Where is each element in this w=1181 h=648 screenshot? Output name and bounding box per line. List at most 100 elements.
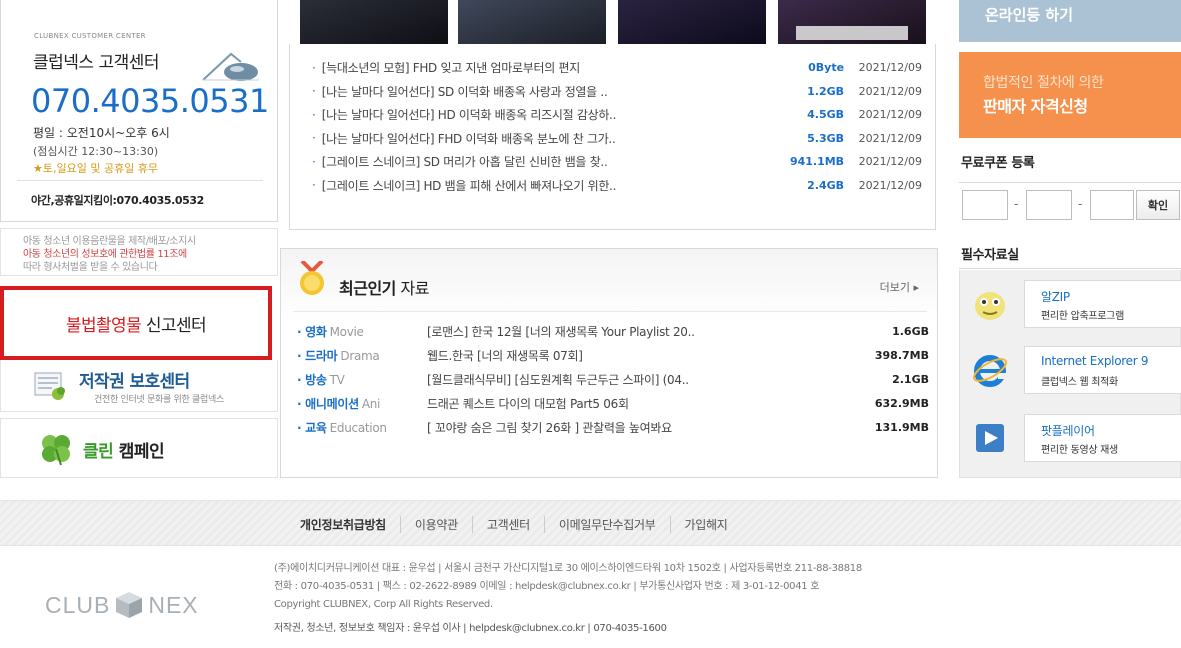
popular-item-size: 1.6GB (892, 324, 929, 338)
bullet-icon: · (312, 178, 316, 193)
logo-cube-icon (116, 592, 143, 618)
essential-downloads-title: 필수자료실 (961, 248, 1019, 263)
list-item[interactable]: · [나는 날마다 일어선다] SD 이덕화 배종옥 사랑과 정열을 .. 1.… (312, 80, 922, 104)
essential-downloads-panel: 알ZIP 편리한 압축프로그램 Internet Explorer 9 클럽넥스… (959, 270, 1181, 478)
popular-category-ko: 애니메이션 (305, 396, 359, 411)
alzip-card: 알ZIP 편리한 압축프로그램 (1024, 280, 1181, 328)
report-center-label-rest: 신고센터 (145, 315, 207, 336)
clean-campaign-title-green: 클린 (83, 442, 114, 462)
popular-more-link[interactable]: 더보기 ▸ (880, 279, 919, 295)
list-item[interactable]: · [나는 날마다 일어선다] HD 이덕화 배종옥 리즈시절 감상하.. 4.… (312, 103, 922, 127)
youth-notice-line-2: 아동 청소년의 성보호에 관한법률 11조에 (23, 249, 187, 260)
footer-link-privacy[interactable]: 개인정보취급방침 (300, 516, 400, 533)
latest-item-size: 0Byte (808, 61, 845, 75)
list-item[interactable]: · 드라마 Drama 웹드.한국 [너의 재생목록 07회] 398.7MB (297, 343, 932, 367)
latest-item-date: 2021/12/09 (858, 84, 923, 98)
customer-center-hours: 평일 : 오전10시~오후 6시 (33, 126, 170, 140)
latest-item-date: 2021/12/09 (858, 155, 923, 169)
popular-category-ko: 영화 (305, 324, 327, 339)
top-right-banner[interactable]: 온라인등 하기 (959, 0, 1181, 42)
list-item[interactable]: · 방송 TV [월드클래식무비] [심도원계획 두근두근 스파이] (04.. … (297, 367, 932, 391)
list-item[interactable]: · [나는 날마다 일어선다] FHD 이덕화 배종옥 분노에 찬 그가.. 5… (312, 127, 922, 151)
essential-item-alzip[interactable]: 알ZIP 편리한 압축프로그램 (968, 276, 1181, 332)
popular-category-en: Ani (361, 396, 381, 411)
popular-item-title[interactable]: [로맨스] 한국 12월 [너의 재생목록 Your Playlist 20.. (427, 323, 847, 340)
footer-link-customer-center[interactable]: 고객센터 (471, 516, 544, 533)
footer-info-line-4: 저작권, 청소년, 정보보호 책임자 : 윤우섭 이사 | helpdesk@c… (274, 623, 667, 634)
footer-link-email-refusal[interactable]: 이메일무단수집거부 (543, 516, 670, 533)
latest-item-title[interactable]: [나는 날마다 일어선다] SD 이덕화 배종옥 사랑과 정열을 .. (322, 83, 770, 100)
latest-item-title[interactable]: [나는 날마다 일어선다] FHD 이덕화 배종옥 분노에 찬 그가.. (322, 130, 770, 147)
seller-banner-line-2: 판매자 자격신청 (983, 97, 1088, 116)
list-item[interactable]: · [늑대소년의 모험] FHD 잊고 지낸 엄마로부터의 편지 0Byte 2… (312, 56, 922, 80)
popular-item-title[interactable]: [월드클래식무비] [심도원계획 두근두근 스파이] (04.. (427, 371, 847, 388)
popular-category[interactable]: · 애니메이션 Ani (297, 395, 427, 412)
popular-category[interactable]: · 드라마 Drama (297, 347, 427, 364)
popular-item-title[interactable]: 웹드.한국 [너의 재생목록 07회] (427, 347, 847, 364)
essential-item-potplayer[interactable]: 팟플레이어 편리한 동영상 재생 (968, 410, 1181, 466)
coupon-confirm-button[interactable]: 확인 (1136, 190, 1180, 220)
poster-thumbnail[interactable] (618, 0, 766, 44)
customer-center-eyebrow: CLUBNEX CUSTOMER CENTER (34, 32, 146, 40)
popular-category-en: Education (329, 420, 387, 435)
footer-nav-bar: 개인정보취급방침 이용약관 고객센터 이메일무단수집거부 가입해지 (0, 500, 1181, 546)
footer-info-line-3: Copyright CLUBNEX, Corp All Rights Reser… (274, 599, 493, 610)
essential-item-internet-explorer[interactable]: Internet Explorer 9 클럽넥스 웹 최적화 (968, 342, 1181, 398)
popular-category-ko: 방송 (305, 372, 327, 387)
customer-center-night-line: 야간,공휴일지킴이:070.4035.0532 (31, 194, 204, 207)
youth-notice-line-1: 아동 청소년 이용음란물을 제작/배포/소지시 (23, 236, 196, 247)
popular-item-size: 131.9MB (874, 420, 929, 434)
bullet-icon: · (312, 60, 316, 75)
coupon-dash: - (1014, 197, 1019, 211)
coupon-code-input-2[interactable] (1026, 190, 1072, 220)
popular-category[interactable]: · 방송 TV (297, 371, 427, 388)
coupon-code-input-1[interactable] (962, 190, 1008, 220)
popular-item-title[interactable]: 드래곤 퀘스트 다이의 대모험 Part5 06회 (427, 395, 847, 412)
latest-item-size: 1.2GB (807, 84, 845, 98)
list-item[interactable]: · [그레이트 스네이크] HD 뱀을 피해 산에서 빠져나오기 위한.. 2.… (312, 174, 922, 198)
footer-link-withdraw[interactable]: 가입해지 (669, 516, 742, 533)
footer-company-info: (주)에이치디커뮤니케이션 대표 : 윤우섭 | 서울시 금천구 가산디지털1로… (274, 560, 862, 638)
copyright-protection-center-link[interactable]: 저작권 보호센터 건전한 인터넷 문화를 위한 클럽넥스 (0, 360, 278, 412)
popular-item-title[interactable]: [ 꼬야랑 숨은 그림 찾기 26화 ] 관찰력을 높여봐요 (427, 419, 847, 436)
latest-item-title[interactable]: [그레이트 스네이크] SD 머리가 아홉 달린 신비한 뱀을 찾.. (322, 153, 770, 170)
bullet-icon: · (312, 131, 316, 146)
popular-category-en: Movie (329, 324, 364, 339)
poster-thumbnail[interactable] (300, 0, 448, 44)
latest-item-date: 2021/12/09 (858, 131, 923, 145)
popular-category-ko: 드라마 (305, 348, 338, 363)
footer-info-line-1: (주)에이치디커뮤니케이션 대표 : 윤우섭 | 서울시 금천구 가산디지털1로… (274, 563, 862, 574)
copyright-center-title: 저작권 보호센터 (79, 372, 190, 392)
coupon-code-input-3[interactable] (1090, 190, 1134, 220)
clean-campaign-link[interactable]: 클린 캠페인 (0, 418, 278, 478)
latest-item-title[interactable]: [그레이트 스네이크] HD 뱀을 피해 산에서 빠져나오기 위한.. (322, 177, 770, 194)
list-item[interactable]: · 영화 Movie [로맨스] 한국 12월 [너의 재생목록 Your Pla… (297, 319, 932, 343)
customer-center-title: 클럽넥스 고객센터 (33, 53, 160, 73)
report-center-label-red: 불법촬영물 (65, 315, 142, 336)
bullet-icon: · (312, 154, 316, 169)
popular-category[interactable]: · 영화 Movie (297, 323, 427, 340)
popular-category[interactable]: · 교육 Education (297, 419, 427, 436)
bullet-icon: · (312, 107, 316, 122)
latest-item-title[interactable]: [늑대소년의 모험] FHD 잊고 지낸 엄마로부터의 편지 (322, 59, 770, 76)
footer-info-line-2: 전화 : 070-4035-0531 | 팩스 : 02-2622-8989 이… (274, 581, 820, 592)
illegal-filming-report-center-link[interactable]: 불법촬영물 신고센터 (0, 286, 272, 360)
latest-item-size: 4.5GB (807, 108, 845, 122)
essential-item-desc: 편리한 동영상 재생 (1041, 445, 1118, 456)
mouse-icon (202, 52, 259, 81)
list-item[interactable]: · 교육 Education [ 꼬야랑 숨은 그림 찾기 26화 ] 관찰력을 … (297, 415, 932, 439)
potplayer-icon (976, 424, 1004, 452)
clubnex-logo[interactable]: CLUB NEX (45, 584, 235, 626)
bullet-icon: · (312, 84, 316, 99)
document-icon (34, 372, 65, 400)
list-item[interactable]: · 애니메이션 Ani 드래곤 퀘스트 다이의 대모험 Part5 06회 632… (297, 391, 932, 415)
poster-thumbnail[interactable] (778, 0, 926, 44)
list-item[interactable]: · [그레이트 스네이크] SD 머리가 아홉 달린 신비한 뱀을 찾.. 94… (312, 150, 922, 174)
seller-application-banner[interactable]: 합법적인 절차에 의한 판매자 자격신청 (959, 52, 1181, 138)
poster-thumbnail[interactable] (458, 0, 606, 44)
popular-title-bold: 최근인기 (339, 279, 396, 298)
essential-item-name: Internet Explorer 9 (1041, 354, 1149, 368)
latest-item-title[interactable]: [나는 날마다 일어선다] HD 이덕화 배종옥 리즈시절 감상하.. (322, 106, 770, 123)
footer-link-terms[interactable]: 이용약관 (399, 516, 472, 533)
popular-title: 최근인기 자료 (339, 275, 429, 299)
